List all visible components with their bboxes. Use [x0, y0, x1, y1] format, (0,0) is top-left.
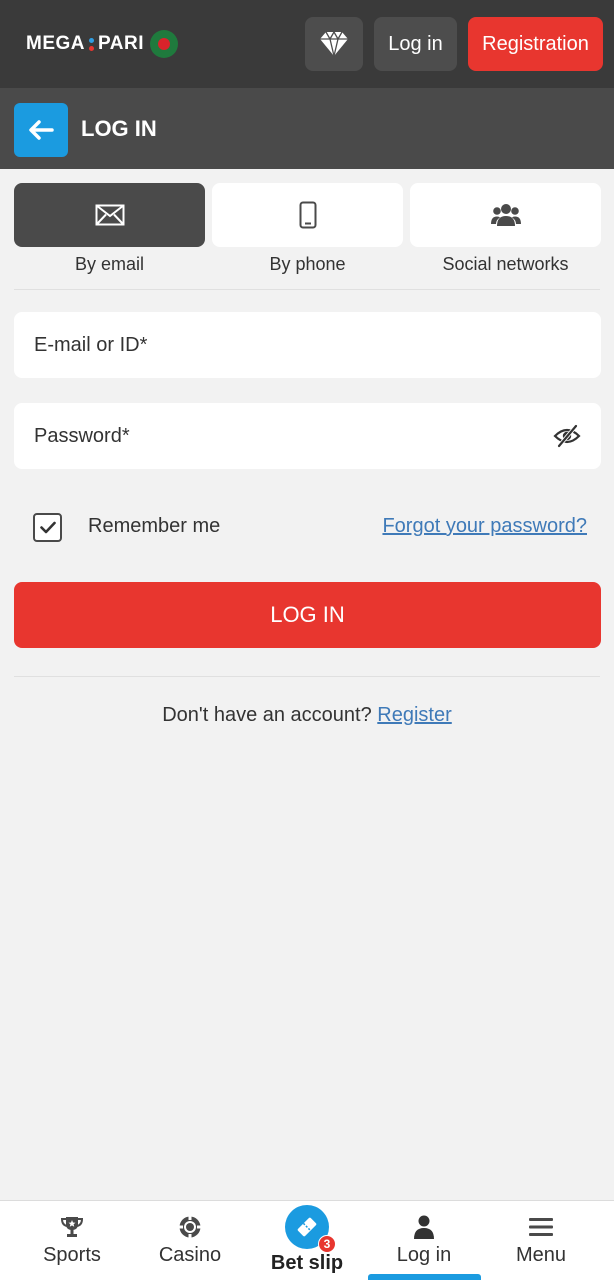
user-icon	[414, 1215, 434, 1239]
back-button[interactable]	[14, 103, 68, 157]
page-header: LOG IN	[0, 88, 614, 169]
nav-menu[interactable]: Menu	[486, 1201, 596, 1280]
active-tab-indicator	[368, 1274, 481, 1280]
checkmark-icon	[39, 521, 56, 534]
divider	[14, 289, 600, 290]
header-registration-button[interactable]: Registration	[468, 17, 603, 71]
no-account-text: Don't have an account?	[162, 704, 372, 726]
nav-login-label: Log in	[396, 1244, 452, 1266]
tab-by-phone[interactable]	[212, 183, 403, 247]
tab-by-email[interactable]	[14, 183, 205, 247]
register-link[interactable]: Register	[377, 704, 451, 726]
nav-bet-slip-label[interactable]: Bet slip	[252, 1252, 362, 1275]
register-prompt: Don't have an account? Register	[0, 704, 614, 727]
login-submit-button[interactable]: LOG IN	[14, 582, 601, 648]
nav-login[interactable]: Log in	[369, 1201, 479, 1280]
nav-casino[interactable]: Casino	[135, 1201, 245, 1280]
logo-text-left: MEGA	[26, 33, 85, 54]
tab-by-email-label: By email	[74, 254, 145, 274]
megapari-logo[interactable]: MEGA PARI	[26, 29, 178, 59]
hamburger-icon	[529, 1218, 553, 1236]
logo-dots-icon	[89, 37, 94, 51]
email-field-container	[14, 312, 601, 378]
nav-casino-label: Casino	[158, 1244, 222, 1266]
eye-hidden-icon[interactable]	[553, 423, 581, 449]
divider	[14, 676, 600, 677]
envelope-icon	[95, 204, 124, 226]
top-bar: MEGA PARI Log in Registration	[0, 0, 614, 88]
users-icon	[490, 204, 521, 226]
trophy-icon	[60, 1217, 84, 1237]
vip-diamond-button[interactable]	[305, 17, 363, 71]
remember-me-checkbox[interactable]	[33, 513, 62, 542]
remember-me-label: Remember me	[88, 515, 221, 537]
tab-by-phone-label: By phone	[269, 254, 346, 274]
nav-sports-label: Sports	[43, 1244, 101, 1266]
bangladesh-flag-icon	[149, 30, 178, 58]
tab-social-networks[interactable]	[410, 183, 601, 247]
page-title: LOG IN	[81, 116, 157, 141]
arrow-left-icon	[29, 120, 54, 140]
forgot-password-link[interactable]: Forgot your password?	[382, 515, 587, 538]
header-login-button[interactable]: Log in	[374, 17, 457, 71]
password-input[interactable]	[34, 403, 544, 469]
diamond-icon	[320, 31, 348, 57]
email-input[interactable]	[34, 312, 544, 378]
password-field-container	[14, 403, 601, 469]
phone-icon	[299, 201, 316, 229]
casino-chip-icon	[179, 1216, 201, 1238]
nav-sports[interactable]: Sports	[17, 1201, 127, 1280]
nav-menu-label: Menu	[515, 1244, 567, 1266]
bet-slip-count-badge: 3	[318, 1235, 336, 1253]
logo-text-right: PARI	[98, 33, 144, 54]
ticket-icon	[297, 1217, 317, 1237]
tab-social-networks-label: Social networks	[442, 254, 569, 274]
